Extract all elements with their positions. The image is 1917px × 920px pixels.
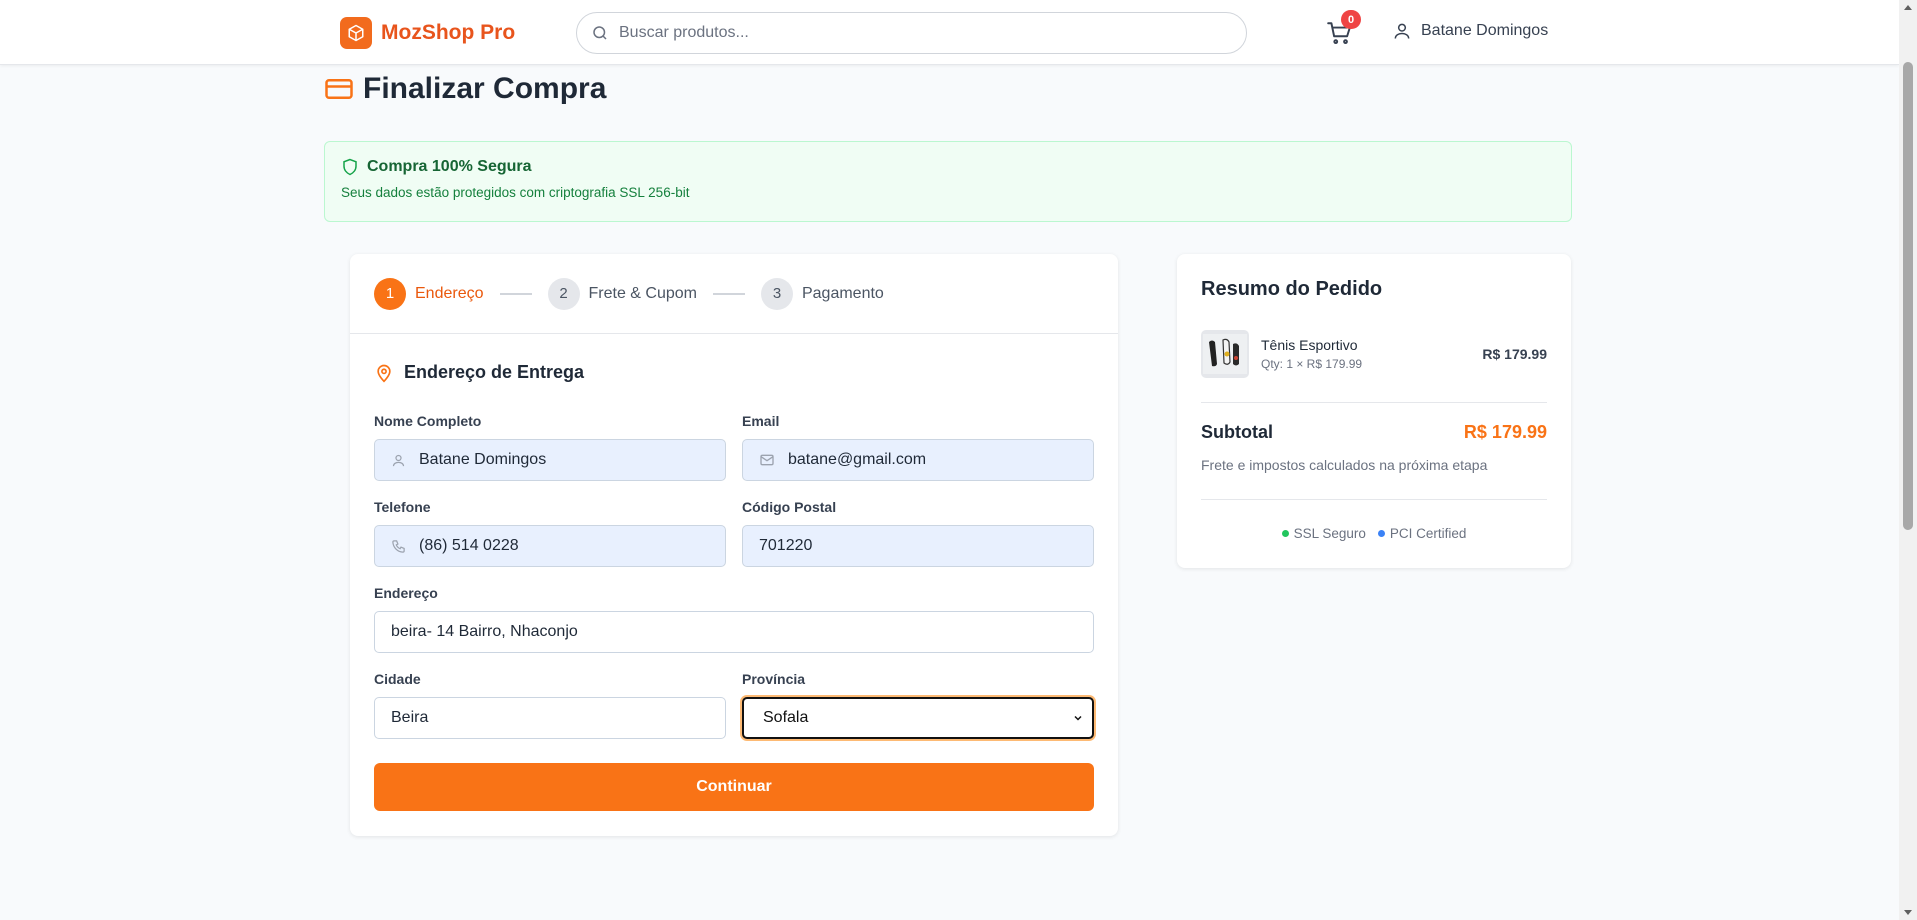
security-badges: SSL Seguro PCI Certified (1177, 526, 1571, 541)
product-thumbnail[interactable] (1201, 330, 1249, 378)
city-input[interactable]: Beira (374, 697, 726, 739)
mail-icon (760, 454, 774, 466)
pci-badge-label: PCI Certified (1389, 526, 1467, 541)
user-icon (392, 454, 405, 466)
email-input[interactable]: batane@gmail.com (742, 439, 1094, 481)
name-value: Batane Domingos (419, 451, 547, 468)
cart-count-badge: 0 (1341, 10, 1361, 29)
phone-input[interactable]: (86) 514 0228 (374, 525, 726, 567)
province-value: Sofala (763, 709, 809, 726)
divider (1201, 402, 1547, 403)
address-label: Endereço (374, 585, 438, 601)
search-input[interactable] (619, 24, 1219, 42)
subtotal-label: Subtotal (1201, 422, 1273, 442)
search-icon (593, 26, 607, 40)
subtotal-value: R$ 179.99 (1463, 422, 1547, 442)
page-title: Finalizar Compra (324, 72, 606, 106)
scroll-thumb[interactable] (1903, 62, 1913, 530)
province-label: Província (742, 671, 806, 687)
summary-title: Resumo do Pedido (1201, 278, 1383, 300)
security-subtitle: Seus dados estão protegidos com criptogr… (341, 185, 690, 200)
security-banner: Compra 100% Segura Seus dados estão prot… (324, 141, 1572, 222)
top-navbar: MozShop Pro 0 Batane Domingos (0, 0, 1899, 65)
scroll-up-arrow-icon[interactable] (1904, 5, 1912, 10)
city-label: Cidade (374, 671, 421, 687)
email-label: Email (742, 413, 780, 429)
credit-card-icon (325, 79, 353, 99)
item-price: R$ 179.99 (1482, 346, 1547, 362)
name-field-group: Nome Completo Batane Domingos (374, 413, 726, 481)
chevron-down-icon (1074, 715, 1082, 721)
city-value: Beira (391, 709, 429, 726)
subtotal-row: Subtotal R$ 179.99 (1201, 422, 1547, 443)
logo-text: MozShop Pro (381, 21, 516, 44)
email-value: batane@gmail.com (788, 451, 927, 468)
step-label: Frete & Cupom (588, 284, 697, 302)
postal-field-group: Código Postal 701220 (742, 499, 1094, 567)
shipping-note: Frete e impostos calculados na próxima e… (1201, 457, 1488, 473)
postal-code-input[interactable]: 701220 (742, 525, 1094, 567)
item-name: Tênis Esportivo (1261, 337, 1358, 353)
user-name: Batane Domingos (1421, 22, 1549, 39)
name-input[interactable]: Batane Domingos (374, 439, 726, 481)
order-summary-card: Resumo do Pedido Tênis Esportivo Qty: 1 … (1177, 254, 1571, 568)
step-shipping-coupon[interactable]: 2 Frete & Cupom (547, 277, 697, 310)
order-item: Tênis Esportivo Qty: 1 × R$ 179.99 R$ 17… (1201, 330, 1547, 378)
scroll-down-arrow-icon[interactable] (1904, 910, 1912, 915)
address-input[interactable]: beira- 14 Bairro, Nhaconjo (374, 611, 1094, 653)
security-title-row: Compra 100% Segura (341, 158, 1555, 176)
city-field-group: Cidade Beira (374, 671, 726, 739)
user-icon (1394, 23, 1410, 39)
address-value: beira- 14 Bairro, Nhaconjo (391, 623, 578, 640)
phone-label: Telefone (374, 499, 431, 515)
ssl-badge: SSL Seguro (1281, 526, 1366, 541)
step-payment[interactable]: 3 Pagamento (760, 277, 884, 310)
email-field-group: Email batane@gmail.com (742, 413, 1094, 481)
item-details: Tênis Esportivo Qty: 1 × R$ 179.99 (1261, 337, 1362, 371)
search-bar[interactable] (576, 12, 1247, 54)
step-connector (499, 292, 532, 295)
user-menu[interactable]: Batane Domingos (1392, 21, 1548, 41)
continue-button[interactable]: Continuar (374, 763, 1094, 811)
step-label: Pagamento (801, 284, 884, 302)
checkout-form-card: 1 Endereço 2 Frete & Cupom 3 Pagamento E… (350, 254, 1118, 836)
checkout-steps: 1 Endereço 2 Frete & Cupom 3 Pagamento (350, 254, 1118, 334)
pci-badge: PCI Certified (1377, 526, 1467, 541)
postal-value: 701220 (759, 537, 813, 554)
step-number: 3 (760, 277, 793, 310)
step-address[interactable]: 1 Endereço (374, 277, 484, 310)
phone-value: (86) 514 0228 (419, 537, 519, 554)
step-connector (712, 292, 745, 295)
name-label: Nome Completo (374, 413, 482, 429)
step-number: 2 (547, 277, 580, 310)
pci-dot-icon (1377, 530, 1385, 537)
section-title-text: Endereço de Entrega (404, 362, 585, 382)
ssl-badge-label: SSL Seguro (1293, 526, 1366, 541)
postal-label: Código Postal (742, 499, 837, 515)
province-select[interactable]: Sofala (742, 697, 1094, 739)
ssl-dot-icon (1281, 530, 1289, 537)
phone-field-group: Telefone (86) 514 0228 (374, 499, 726, 567)
shield-icon (343, 158, 357, 176)
section-title: Endereço de Entrega (374, 362, 584, 383)
step-number: 1 (374, 277, 406, 310)
phone-icon (392, 539, 405, 553)
box-icon (340, 17, 372, 49)
page-heading: Finalizar Compra (363, 72, 607, 105)
map-pin-icon (377, 364, 391, 383)
divider (1201, 499, 1547, 500)
address-field-group: Endereço beira- 14 Bairro, Nhaconjo (374, 585, 1094, 653)
page-scrollbar[interactable] (1899, 0, 1917, 920)
logo[interactable]: MozShop Pro (340, 17, 515, 49)
step-label: Endereço (415, 284, 484, 302)
item-quantity: Qty: 1 × R$ 179.99 (1261, 357, 1363, 371)
province-field-group: Província Sofala (742, 671, 1094, 739)
security-title: Compra 100% Segura (367, 158, 532, 175)
